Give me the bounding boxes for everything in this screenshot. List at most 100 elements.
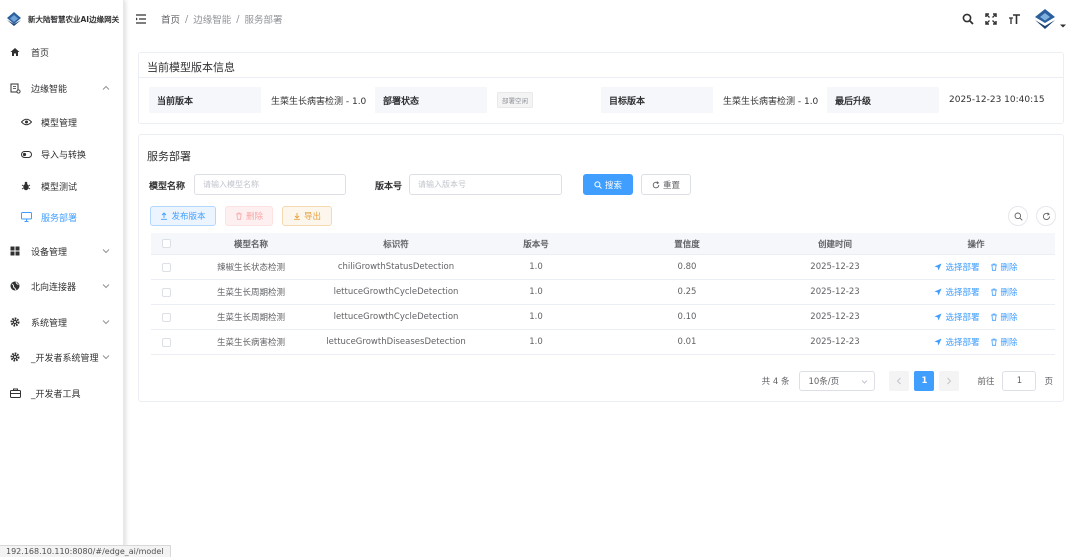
breadcrumb-home[interactable]: 首页 xyxy=(161,12,180,26)
current-version-value: 生菜生长病害检测 - 1.0 xyxy=(271,96,367,107)
select-deploy-link[interactable]: 选择部署 xyxy=(934,286,980,298)
created-time-cell: 2025-12-23 xyxy=(810,337,860,347)
column-header: 模型名称 xyxy=(233,239,268,250)
sidebar-item-northbound-connector[interactable]: 北向连接器 xyxy=(0,271,124,301)
goto-page-input[interactable]: 1 xyxy=(1002,371,1037,391)
export-button[interactable]: 导出 xyxy=(282,206,332,226)
row-delete-link[interactable]: 删除 xyxy=(990,336,1018,348)
edge-icon xyxy=(9,82,21,94)
row-checkbox[interactable] xyxy=(161,262,171,272)
publish-version-button[interactable]: 发布版本 xyxy=(150,206,216,226)
table-row[interactable]: 生菜生长病害检测 lettuceGrowthDiseasesDetection … xyxy=(151,330,1055,355)
sidebar-item-system-management[interactable]: 系统管理 xyxy=(0,307,124,337)
send-icon xyxy=(934,263,942,271)
row-delete-link[interactable]: 删除 xyxy=(990,311,1018,323)
trash-icon xyxy=(990,338,997,346)
sidebar-item-dev-system-management[interactable]: _开发者系统管理 xyxy=(0,342,124,372)
delete-button[interactable]: 删除 xyxy=(225,206,273,226)
target-version-label: 目标版本 xyxy=(601,87,713,113)
table-row[interactable]: 辣椒生长状态检测 chiliGrowthStatusDetection 1.0 … xyxy=(151,255,1055,280)
export-button-label: 导出 xyxy=(303,212,321,222)
table-row[interactable]: 生菜生长周期检测 lettuceGrowthCycleDetection 1.0… xyxy=(151,280,1055,305)
row-delete-link[interactable]: 删除 xyxy=(990,286,1018,298)
chevron-down-icon xyxy=(862,380,868,384)
version-label: 版本号 xyxy=(375,182,403,192)
last-upgrade-value: 2025-12-23 10:40:15 xyxy=(949,95,1045,105)
trash-icon xyxy=(990,313,997,321)
sidebar-item-label: 系统管理 xyxy=(31,318,68,329)
toggle-icon xyxy=(20,148,32,160)
row-checkbox[interactable] xyxy=(161,312,171,322)
operations-cell: 选择部署 删除 xyxy=(897,311,1055,323)
identifier-cell: chiliGrowthStatusDetection xyxy=(337,262,455,272)
version-info-title: 当前模型版本信息 xyxy=(147,61,235,74)
prev-page-button[interactable] xyxy=(889,371,910,391)
avatar[interactable] xyxy=(1034,8,1056,30)
reset-button[interactable]: 重置 xyxy=(641,174,691,195)
row-delete-link[interactable]: 删除 xyxy=(990,261,1018,273)
sidebar-item-home[interactable]: 首页 xyxy=(0,37,124,67)
next-page-button[interactable] xyxy=(939,371,960,391)
sidebar-item-label: 设备管理 xyxy=(31,247,68,258)
sidebar-item-import-convert[interactable]: 导入与转换 xyxy=(0,139,124,169)
divider xyxy=(139,77,1063,78)
select-deploy-link[interactable]: 选择部署 xyxy=(934,311,980,323)
status-bar-url: 192.168.10.110:8080/#/edge_ai/model xyxy=(0,545,171,557)
version-input[interactable]: 请输入版本号 xyxy=(409,174,562,195)
select-deploy-link[interactable]: 选择部署 xyxy=(934,261,980,273)
select-all-checkbox[interactable] xyxy=(161,239,171,248)
confidence-cell: 0.25 xyxy=(677,287,697,297)
row-checkbox[interactable] xyxy=(161,337,171,347)
breadcrumb-separator: / xyxy=(185,13,189,25)
trash-icon xyxy=(990,288,997,296)
breadcrumb: 首页 / 边缘智能 / 服务部署 xyxy=(161,12,282,27)
created-time-cell: 2025-12-23 xyxy=(810,312,860,322)
brand[interactable]: 新大陆智慧农业AI边缘网关 xyxy=(0,0,123,38)
refresh-icon xyxy=(1042,211,1050,220)
page-size-select[interactable]: 10条/页 xyxy=(799,371,876,391)
model-name-cell: 生菜生长病害检测 xyxy=(216,338,285,348)
table-row[interactable]: 生菜生长周期检测 lettuceGrowthCycleDetection 1.0… xyxy=(151,305,1055,330)
page-number-current[interactable]: 1 xyxy=(914,371,935,391)
service-deploy-card: 服务部署 模型名称 请输入模型名称 版本号 请输入版本号 搜索 重置 发布版本 … xyxy=(138,134,1064,402)
caret-down-icon[interactable] xyxy=(1060,23,1066,29)
search-icon[interactable] xyxy=(961,12,975,26)
app-title: 新大陆智慧农业AI边缘网关 xyxy=(28,14,120,24)
delete-button-label: 删除 xyxy=(245,212,263,222)
eye-icon xyxy=(20,116,32,128)
confidence-cell: 0.10 xyxy=(677,312,697,322)
row-delete-label: 删除 xyxy=(1000,313,1018,323)
pagination: 共 4 条 10条/页 1 前往 1 页 xyxy=(762,371,1053,391)
font-size-icon[interactable] xyxy=(1007,12,1021,26)
toolbar-search-button[interactable] xyxy=(1008,206,1028,226)
sidebar-item-edge-ai[interactable]: 边缘智能 xyxy=(0,73,124,103)
sidebar-item-model-management[interactable]: 模型管理 xyxy=(0,107,124,137)
sidebar-item-model-test[interactable]: 模型测试 xyxy=(0,171,124,201)
chevron-down-icon xyxy=(102,284,110,289)
last-upgrade-label: 最后升级 xyxy=(827,87,939,113)
row-checkbox[interactable] xyxy=(161,287,171,297)
row-delete-label: 删除 xyxy=(1000,263,1018,273)
sidebar-item-dev-tools[interactable]: _开发者工具 xyxy=(0,378,124,408)
breadcrumb-separator: / xyxy=(236,13,240,25)
breadcrumb-edge-ai[interactable]: 边缘智能 xyxy=(193,12,231,26)
service-deploy-title: 服务部署 xyxy=(147,150,191,163)
row-select-cell xyxy=(151,262,181,272)
model-table: 模型名称 标识符 版本号 置信度 创建时间 操作 辣椒生长状态检测 chiliG… xyxy=(151,233,1055,355)
select-deploy-link[interactable]: 选择部署 xyxy=(934,336,980,348)
fullscreen-icon[interactable] xyxy=(984,12,998,26)
toolbar-refresh-button[interactable] xyxy=(1036,206,1056,226)
sidebar-item-label: 北向连接器 xyxy=(31,282,77,293)
logo-icon xyxy=(7,12,21,26)
version-cell: 1.0 xyxy=(529,287,543,297)
upload-icon xyxy=(161,212,168,220)
sidebar-item-label: 边缘智能 xyxy=(31,84,68,95)
row-select-cell xyxy=(151,287,181,297)
menu-fold-icon[interactable] xyxy=(135,13,147,25)
row-delete-label: 删除 xyxy=(1000,338,1018,348)
search-button[interactable]: 搜索 xyxy=(583,174,633,195)
model-name-input[interactable]: 请输入模型名称 xyxy=(194,174,346,195)
sidebar-item-service-deploy[interactable]: 服务部署 xyxy=(0,202,124,232)
sidebar-item-device-management[interactable]: 设备管理 xyxy=(0,236,124,266)
table-header: 模型名称 标识符 版本号 置信度 创建时间 操作 xyxy=(151,233,1055,255)
